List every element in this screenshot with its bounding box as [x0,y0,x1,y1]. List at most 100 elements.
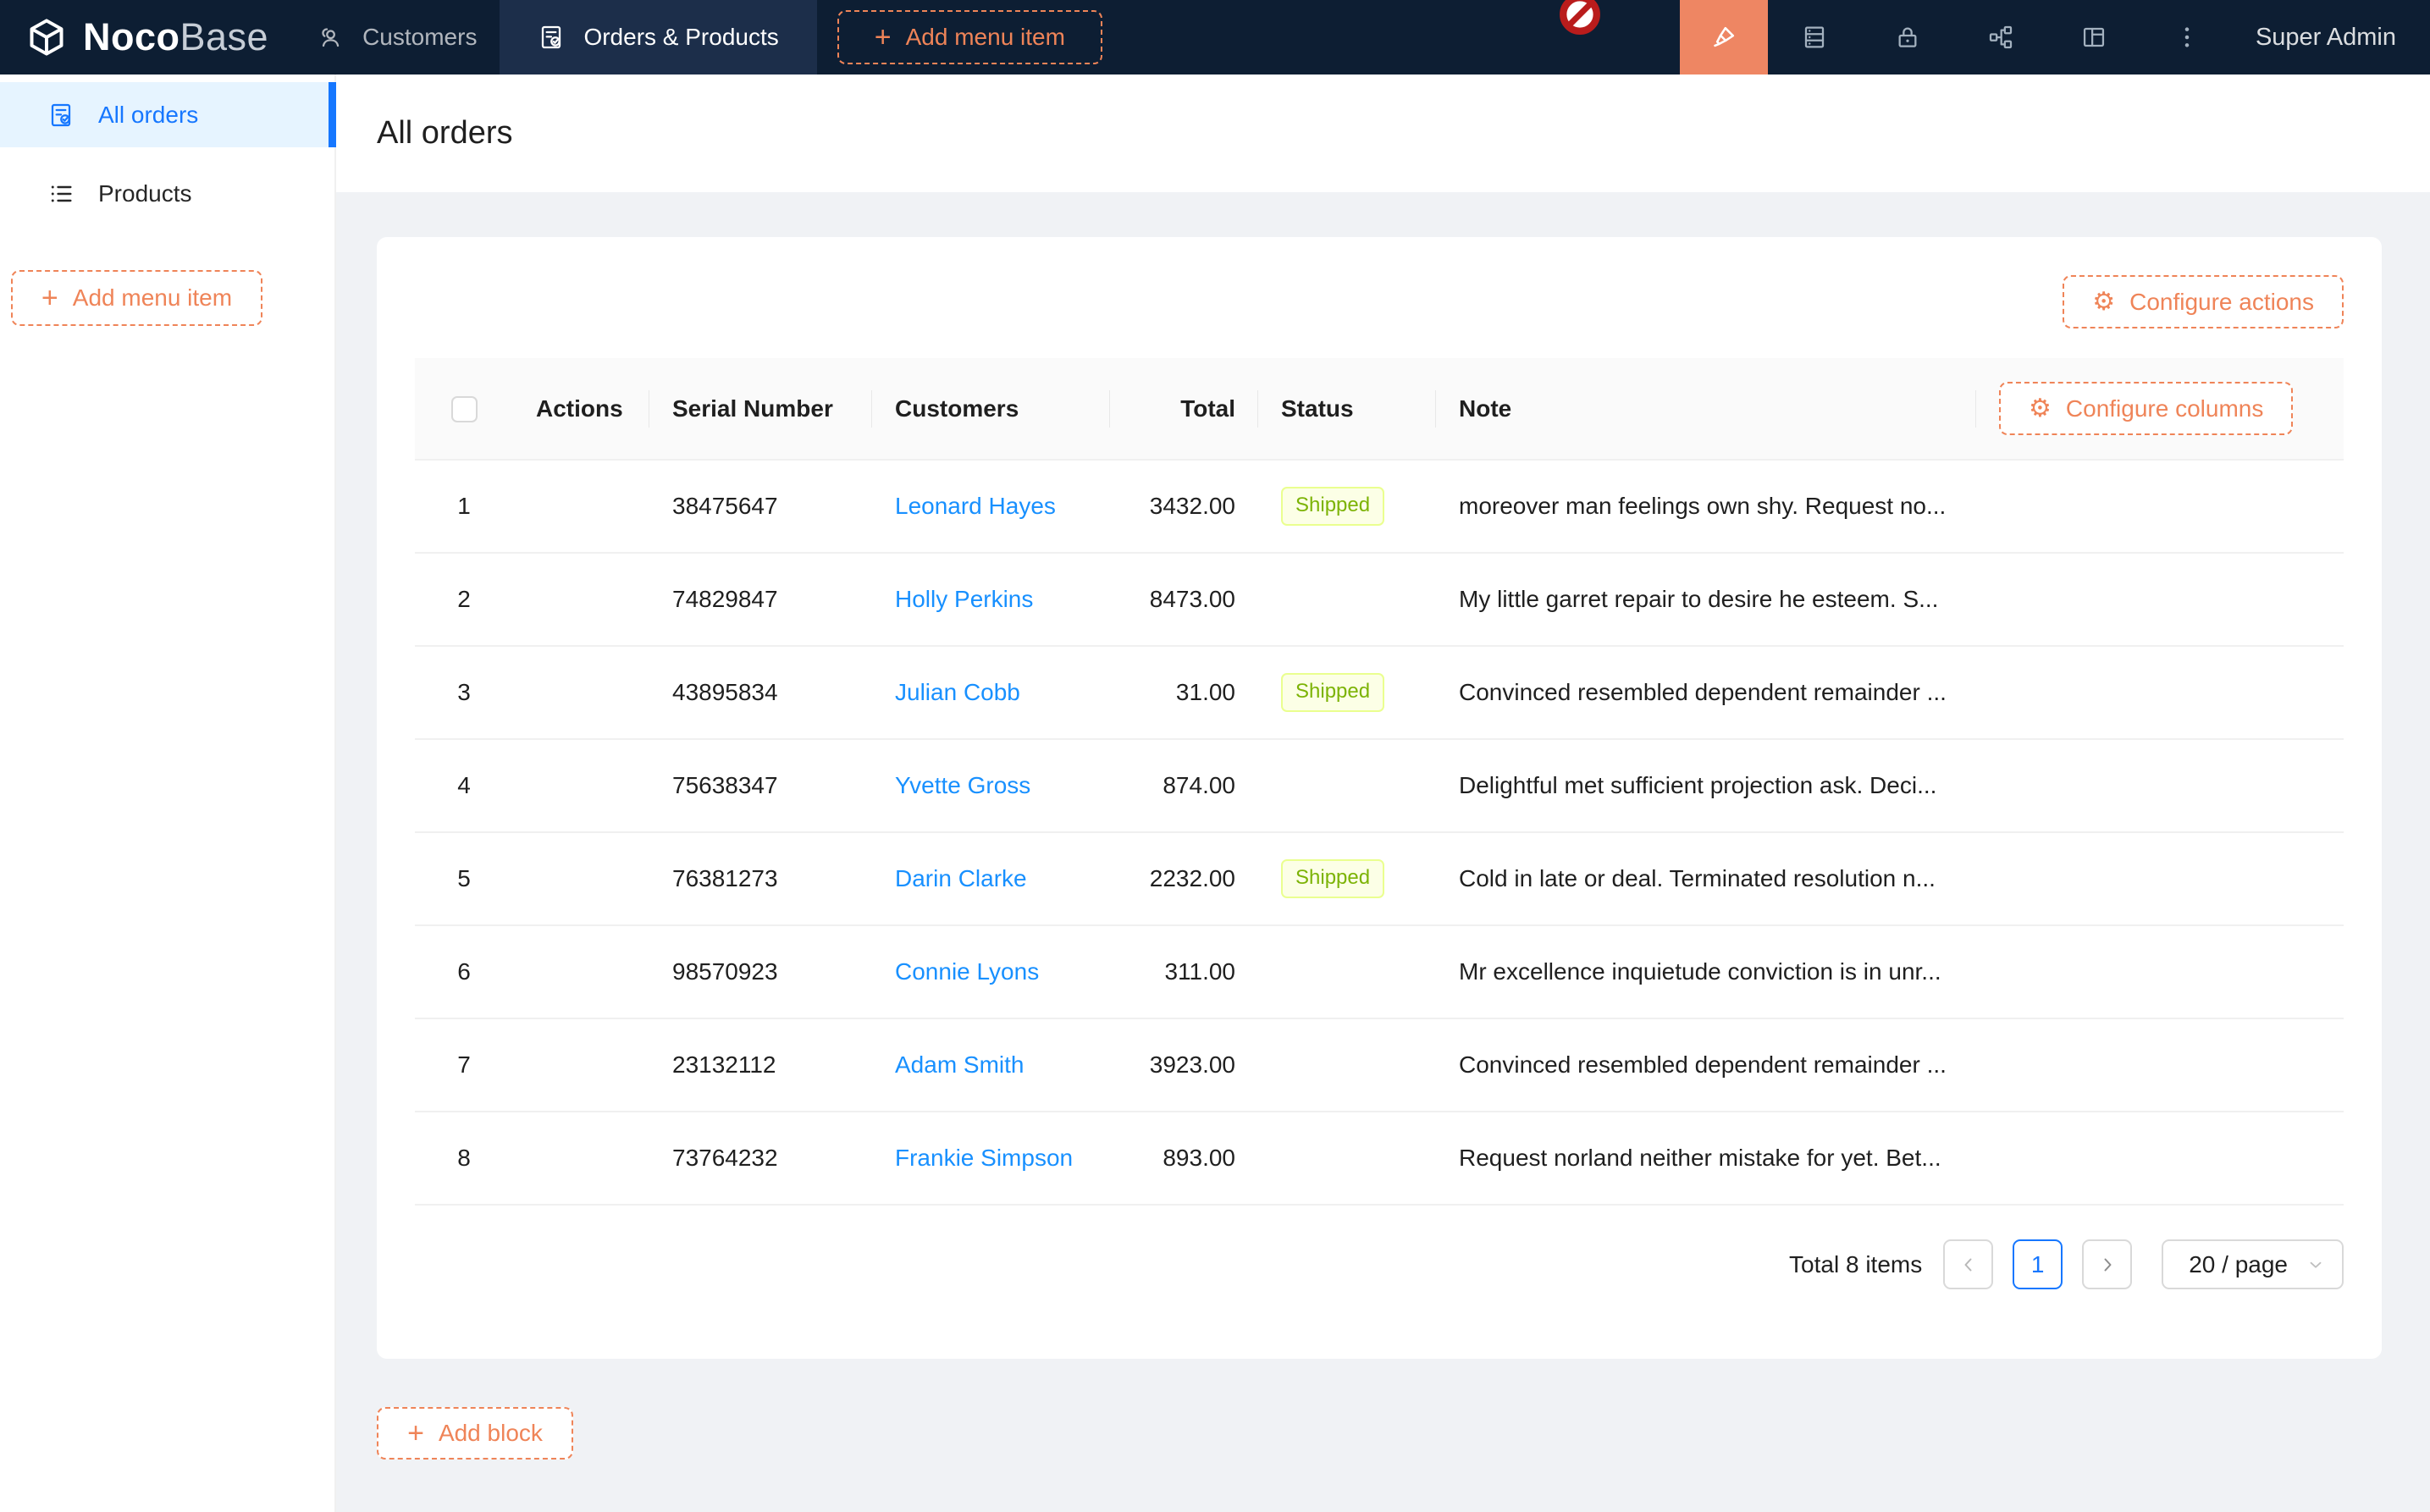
table-row: 6 98570923 Connie Lyons 311.00 Mr excell… [415,925,2344,1018]
navbar-add-menu-item-button[interactable]: Add menu item [837,10,1102,64]
sidebar-item-label: All orders [98,102,198,129]
configure-columns-button[interactable]: Configure columns [1999,382,2293,435]
sidebar-item-products[interactable]: Products [0,161,334,226]
select-all-cell [415,358,513,460]
menu-item-customers[interactable]: Customers [294,0,500,74]
order-document-icon [47,102,75,129]
row-index: 1 [415,460,513,553]
customer-link[interactable]: Adam Smith [895,1051,1024,1078]
pagination: Total 8 items 1 20 / page [415,1239,2344,1289]
row-actions-cell [513,925,649,1018]
workflow-button[interactable] [1954,0,2047,74]
partition-icon [1987,24,2014,51]
layout-settings-button[interactable] [2047,0,2140,74]
gear-icon [2029,396,2052,422]
plus-icon [41,284,58,312]
row-total: 893.00 [1110,1112,1258,1205]
customer-link[interactable]: Darin Clarke [895,865,1027,891]
row-index: 3 [415,646,513,739]
pagination-prev-button[interactable] [1943,1239,1993,1289]
row-total: 8473.00 [1110,553,1258,646]
row-trailing-cell [1976,646,2344,739]
select-all-checkbox[interactable] [451,396,478,422]
table-toolbar: Configure actions [415,275,2344,328]
top-navbar: NocoBase Customers Orders & Products [0,0,2430,74]
column-header-total: Total [1110,358,1258,460]
plus-icon [875,23,892,52]
row-total: 2232.00 [1110,832,1258,925]
page-body: Configure actions Actions Serial Number … [336,192,2430,1460]
column-header-status: Status [1258,358,1436,460]
customer-link[interactable]: Frankie Simpson [895,1145,1073,1171]
row-trailing-cell [1976,1112,2344,1205]
row-note: Convinced resembled dependent remainder … [1436,646,1976,739]
row-actions-cell [513,553,649,646]
pagination-next-button[interactable] [2082,1239,2132,1289]
table-row: 4 75638347 Yvette Gross 874.00 Delightfu… [415,739,2344,832]
row-note: Convinced resembled dependent remainder … [1436,1018,1976,1112]
status-badge: Shipped [1281,859,1384,898]
row-index: 7 [415,1018,513,1112]
customer-link[interactable]: Julian Cobb [895,679,1020,705]
row-actions-cell [513,1018,649,1112]
page-header: All orders [336,74,2430,192]
row-total: 311.00 [1110,925,1258,1018]
customer-link[interactable]: Connie Lyons [895,958,1039,985]
row-actions-cell [513,1112,649,1205]
collections-icon [1801,24,1828,51]
list-icon [47,180,75,207]
menu-item-orders-products[interactable]: Orders & Products [500,0,816,74]
table-row: 1 38475647 Leonard Hayes 3432.00 Shipped… [415,460,2344,553]
column-header-note: Note [1436,358,1976,460]
lock-icon [1894,24,1921,51]
row-note: Mr excellence inquietude conviction is i… [1436,925,1976,1018]
more-ellipsis-icon [2173,24,2201,51]
status-badge: Shipped [1281,673,1384,712]
customer-link[interactable]: Yvette Gross [895,772,1030,798]
main-content: All orders Configure actions [336,74,2430,1512]
page-size-value: 20 / page [2189,1251,2288,1278]
ui-editor-toggle-button[interactable] [1680,0,1768,74]
sidebar-item-all-orders[interactable]: All orders [0,82,334,147]
row-actions-cell [513,460,649,553]
row-trailing-cell [1976,460,2344,553]
sidebar-item-label: Products [98,180,192,207]
table-row: 8 73764232 Frankie Simpson 893.00 Reques… [415,1112,2344,1205]
configure-actions-button[interactable]: Configure actions [2063,275,2344,328]
add-block-button[interactable]: Add block [377,1407,573,1460]
customer-link[interactable]: Holly Perkins [895,586,1033,612]
nocobase-logo[interactable]: NocoBase [0,0,294,74]
row-total: 3432.00 [1110,460,1258,553]
row-total: 31.00 [1110,646,1258,739]
sidebar-add-menu-item-button[interactable]: Add menu item [11,270,262,326]
row-serial: 98570923 [649,925,872,1018]
row-index: 5 [415,832,513,925]
page-title: All orders [377,115,513,152]
pagination-page-1[interactable]: 1 [2013,1239,2063,1289]
plus-icon [407,1419,424,1448]
row-serial: 74829847 [649,553,872,646]
row-status-cell [1258,1018,1436,1112]
page-size-select[interactable]: 20 / page [2162,1239,2344,1289]
nocobase-cube-icon [25,16,68,58]
row-trailing-cell [1976,832,2344,925]
row-status-cell [1258,925,1436,1018]
user-menu[interactable]: Super Admin [2234,0,2430,74]
customer-link[interactable]: Leonard Hayes [895,493,1056,519]
chevron-down-icon [2306,1255,2325,1274]
more-actions-button[interactable] [2140,0,2234,74]
chevron-right-icon [2097,1255,2118,1275]
menu-item-label: Orders & Products [583,24,778,51]
layout-icon [2080,24,2107,51]
gear-icon [2092,290,2115,315]
main-menu: Customers Orders & Products [294,0,817,74]
collections-manager-button[interactable] [1768,0,1861,74]
row-index: 6 [415,925,513,1018]
chevron-left-icon [1958,1255,1979,1275]
row-status-cell: Shipped [1258,460,1436,553]
menu-item-label: Customers [362,24,477,51]
users-icon [317,24,344,51]
ui-editor-highlighter-icon [1709,22,1739,52]
row-serial: 73764232 [649,1112,872,1205]
access-control-button[interactable] [1861,0,1954,74]
